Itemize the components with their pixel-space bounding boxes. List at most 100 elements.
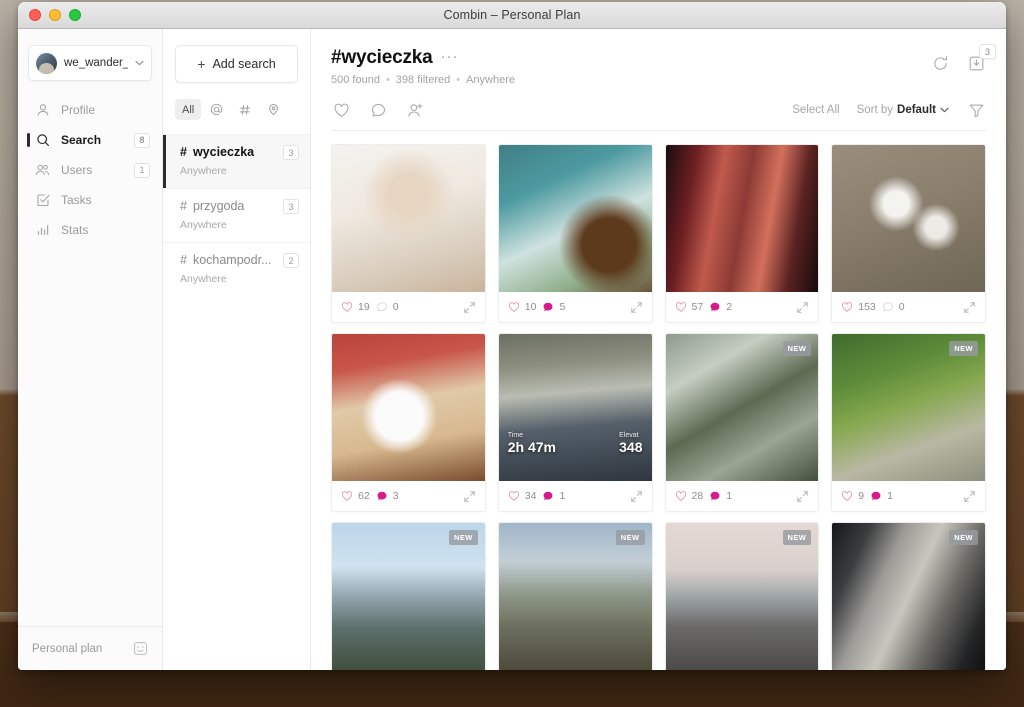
posts-grid-wrapper[interactable]: 19 0 10 5 57 2 153 0 62 3 Time 2h 47m Elevat 348 34 1 NE…: [311, 131, 1006, 670]
app-window: Combin – Personal Plan we_wander_e...: [18, 2, 1006, 670]
tab-mentions[interactable]: [203, 99, 230, 120]
post-likes[interactable]: 28: [675, 490, 703, 502]
post-card[interactable]: NEW 28 1: [664, 333, 820, 512]
tab-hashtags[interactable]: [232, 99, 258, 120]
sidebar-item-profile[interactable]: Profile: [18, 95, 162, 125]
meta-location: Anywhere: [466, 74, 516, 86]
window-titlebar: Combin – Personal Plan: [18, 2, 1006, 29]
post-likes-count: 153: [858, 301, 876, 313]
expand-icon[interactable]: [463, 301, 476, 314]
plan-footer[interactable]: Personal plan: [18, 626, 162, 670]
post-likes[interactable]: 34: [508, 490, 537, 502]
search-location: Anywhere: [180, 273, 227, 285]
download-inbox-icon[interactable]: 3: [966, 44, 996, 73]
post-card[interactable]: 19 0: [331, 144, 486, 323]
post-likes-count: 34: [524, 490, 537, 502]
account-name: we_wander_e...: [64, 57, 128, 69]
title-more-menu[interactable]: ···: [441, 49, 459, 68]
comment-icon[interactable]: [368, 100, 388, 120]
post-card[interactable]: 10 5: [497, 144, 653, 323]
filter-funnel-icon[interactable]: [966, 100, 986, 120]
post-likes[interactable]: 62: [341, 490, 370, 502]
post-card[interactable]: NEW152: [331, 522, 486, 670]
post-stats: 62 3: [332, 481, 485, 511]
post-thumbnail[interactable]: [665, 145, 819, 292]
sidebar-users-badge: 1: [134, 162, 150, 178]
expand-icon[interactable]: [796, 301, 809, 314]
post-card[interactable]: 62 3: [331, 333, 486, 512]
sidebar-item-stats[interactable]: Stats: [18, 215, 162, 245]
expand-icon[interactable]: [630, 301, 643, 314]
post-thumbnail[interactable]: [498, 145, 652, 292]
post-card[interactable]: Time 2h 47m Elevat 348 34 1: [497, 333, 653, 512]
filtered-count: 398 filtered: [395, 74, 451, 86]
post-card[interactable]: 57 2: [664, 144, 820, 323]
sidebar-nav: Profile Search 8 Users 1 Tasks Stats: [18, 95, 162, 245]
meta-separator: •: [385, 74, 390, 86]
follow-user-icon[interactable]: [405, 100, 425, 120]
post-likes[interactable]: 57: [675, 301, 703, 313]
add-search-button[interactable]: + Add search: [175, 45, 298, 83]
sidebar: we_wander_e... Profile: [18, 29, 163, 670]
post-card[interactable]: NEW583: [664, 522, 820, 670]
expand-icon[interactable]: [463, 490, 476, 503]
overlay-time: Time 2h 47m: [508, 432, 556, 455]
post-likes[interactable]: 10: [508, 301, 536, 313]
post-comments[interactable]: 0: [376, 301, 399, 313]
post-thumbnail[interactable]: NEW: [665, 334, 819, 481]
account-switcher[interactable]: we_wander_e...: [28, 45, 152, 81]
search-list-item-wycieczka[interactable]: # wycieczka 3 Anywhere: [163, 134, 310, 188]
main-content: #wycieczka ··· 500 found • 398 filtered …: [311, 29, 1006, 670]
post-comments[interactable]: 1: [542, 490, 565, 502]
refresh-icon[interactable]: [930, 53, 950, 73]
post-card[interactable]: 153 0: [831, 144, 986, 323]
select-all-button[interactable]: Select All: [792, 104, 839, 116]
tab-places[interactable]: [260, 99, 287, 120]
search-count-badge: 2: [283, 253, 299, 268]
sort-by-dropdown[interactable]: Sort by Default: [857, 104, 949, 116]
post-thumbnail[interactable]: NEW: [665, 523, 819, 670]
meta-separator: •: [456, 74, 461, 86]
post-thumbnail[interactable]: [332, 145, 485, 292]
post-likes[interactable]: 153: [841, 301, 876, 313]
sidebar-item-search[interactable]: Search 8: [18, 125, 162, 155]
post-card[interactable]: NEW191: [497, 522, 653, 670]
post-stats: 10 5: [499, 292, 652, 322]
at-icon: [210, 103, 223, 116]
post-thumbnail[interactable]: [332, 334, 485, 481]
search-list-item-kochampodr[interactable]: # kochampodr... 2 Anywhere: [163, 242, 310, 296]
comment-icon: [709, 490, 721, 502]
expand-icon[interactable]: [796, 490, 809, 503]
post-comments[interactable]: 5: [542, 301, 565, 313]
tab-all[interactable]: All: [175, 99, 202, 120]
post-comments[interactable]: 3: [376, 490, 399, 502]
post-comments[interactable]: 2: [709, 301, 732, 313]
sidebar-item-users[interactable]: Users 1: [18, 155, 162, 185]
post-comments[interactable]: 1: [709, 490, 732, 502]
post-thumbnail[interactable]: NEW: [832, 334, 985, 481]
sidebar-item-tasks[interactable]: Tasks: [18, 185, 162, 215]
post-thumbnail[interactable]: Time 2h 47m Elevat 348: [498, 334, 652, 481]
post-likes[interactable]: 19: [341, 301, 370, 313]
expand-icon[interactable]: [630, 490, 643, 503]
bar-chart-icon: [35, 223, 50, 238]
post-thumbnail[interactable]: NEW: [498, 523, 652, 670]
post-comments[interactable]: 1: [870, 490, 893, 502]
search-list-item-przygoda[interactable]: # przygoda 3 Anywhere: [163, 188, 310, 242]
new-badge: NEW: [782, 530, 812, 545]
post-card[interactable]: NEW265: [831, 522, 986, 670]
expand-icon[interactable]: [963, 490, 976, 503]
heart-icon[interactable]: [331, 100, 351, 120]
expand-icon[interactable]: [963, 301, 976, 314]
sidebar-search-badge: 8: [134, 132, 150, 148]
new-badge: NEW: [782, 341, 812, 356]
post-thumbnail[interactable]: NEW: [832, 523, 985, 670]
search-location: Anywhere: [180, 219, 227, 231]
post-card[interactable]: NEW 9 1: [831, 333, 986, 512]
post-likes[interactable]: 9: [841, 490, 864, 502]
post-thumbnail[interactable]: [832, 145, 985, 292]
post-thumbnail[interactable]: NEW: [332, 523, 485, 670]
post-comments[interactable]: 0: [882, 301, 905, 313]
result-meta: 500 found • 398 filtered • Anywhere: [331, 74, 930, 86]
